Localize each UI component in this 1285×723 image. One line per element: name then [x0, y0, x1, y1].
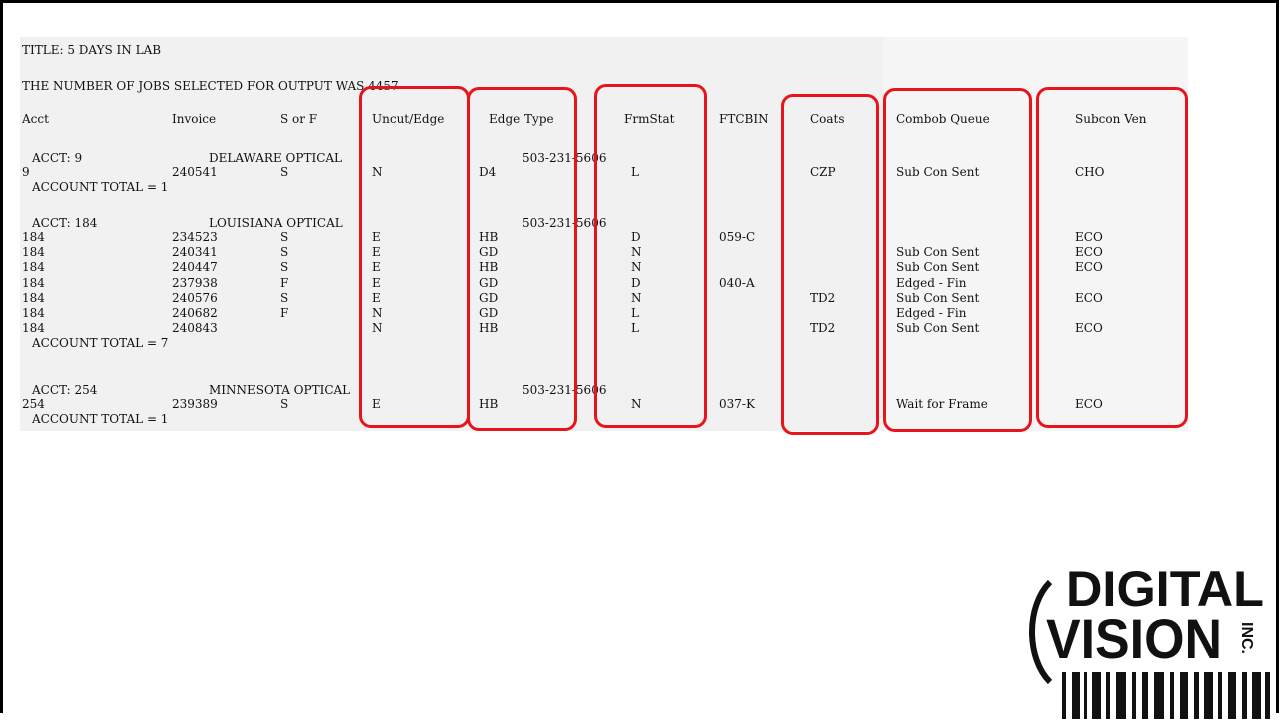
logo-barcode-bar [1132, 672, 1136, 719]
table-cell-sorf: F [280, 275, 289, 290]
logo-barcode-bar [1084, 672, 1087, 719]
highlight-edge-type [467, 87, 577, 431]
logo-barcode-bar [1072, 672, 1080, 719]
group-account-name: MINNESOTA OPTICAL [209, 383, 351, 397]
table-cell-invoice: 240541 [172, 165, 218, 179]
report-title: TITLE: 5 DAYS IN LAB [22, 43, 162, 57]
table-cell-acct: 184 [22, 275, 45, 290]
col-header-acct: Acct [22, 112, 49, 126]
highlight-uncut-edge [359, 86, 470, 428]
col-header-ftcbin: FTCBIN [719, 112, 769, 126]
group-account-name: LOUISIANA OPTICAL [209, 216, 343, 230]
logo-barcode-bar [1154, 672, 1164, 719]
logo-barcode-bar [1194, 672, 1199, 719]
table-cell-acct: 254 [22, 397, 45, 411]
group-acct-label: ACCT: 254 [32, 383, 98, 397]
col-header-s-or-f: S or F [280, 112, 318, 126]
logo-barcode-bar [1142, 672, 1148, 719]
logo-barcode [1062, 672, 1270, 719]
account-total: ACCOUNT TOTAL = 1 [32, 180, 169, 195]
group-acct-label: ACCT: 9 [32, 151, 83, 165]
highlight-combob-queue [883, 88, 1032, 432]
table-cell-invoice: 240341 [172, 245, 218, 260]
logo-barcode-bar [1092, 672, 1101, 719]
highlight-coats [781, 94, 879, 435]
highlight-subcon-ven [1036, 87, 1188, 428]
table-cell-sorf: S [280, 245, 289, 260]
table-cell-acct: 184 [22, 230, 45, 244]
table-cell-invoice: 240447 [172, 260, 218, 275]
table-cell-acct: 184 [22, 245, 45, 260]
account-total: ACCOUNT TOTAL = 1 [32, 412, 169, 427]
table-cell-acct: 184 [22, 260, 45, 275]
table-cell-ftc: 040-A [719, 275, 755, 290]
table-cell-sorf: S [280, 290, 289, 305]
logo-barcode-bar [1218, 672, 1222, 719]
digital-vision-logo: DIGITAL VISION INC. [1022, 560, 1274, 719]
table-cell-acct: 184 [22, 306, 45, 320]
job-count-line: THE NUMBER OF JOBS SELECTED FOR OUTPUT W… [22, 79, 399, 93]
highlight-frmstat [594, 84, 707, 428]
table-cell-invoice: 234523 [172, 230, 218, 244]
table-cell-sorf: S [280, 260, 289, 275]
table-cell-sorf: S [280, 230, 289, 244]
logo-barcode-bar [1062, 672, 1066, 719]
table-cell-sorf: S [280, 397, 289, 411]
table-cell-sorf: F [280, 306, 289, 320]
logo-inc-suffix: INC. [1238, 622, 1255, 654]
group-account-name: DELAWARE OPTICAL [209, 151, 343, 165]
table-cell-sorf: S [280, 165, 289, 179]
logo-barcode-bar [1116, 672, 1126, 719]
logo-barcode-bar [1252, 672, 1261, 719]
table-cell-invoice: 240682 [172, 306, 218, 320]
logo-barcode-bar [1242, 672, 1247, 719]
logo-line-vision: VISION [1046, 607, 1222, 670]
logo-barcode-bar [1204, 672, 1213, 719]
logo-barcode-bar [1228, 672, 1236, 719]
table-cell-acct: 9 [22, 165, 30, 179]
table-cell-invoice: 239389 [172, 397, 218, 411]
table-cell-acct: 184 [22, 290, 45, 305]
col-header-invoice: Invoice [172, 112, 217, 126]
logo-barcode-bar [1180, 672, 1188, 719]
logo-barcode-bar [1106, 672, 1110, 719]
table-cell-invoice: 240576 [172, 290, 218, 305]
logo-barcode-bar [1170, 672, 1174, 719]
table-cell-invoice: 237938 [172, 275, 218, 290]
group-acct-label: ACCT: 184 [32, 216, 98, 230]
table-cell-ftc: 059-C [719, 230, 756, 244]
account-total: ACCOUNT TOTAL = 7 [32, 336, 169, 351]
logo-barcode-bar [1265, 672, 1270, 719]
table-cell-ftc: 037-K [719, 397, 755, 411]
table-cell-invoice: 240843 [172, 321, 218, 336]
table-cell-acct: 184 [22, 321, 45, 336]
